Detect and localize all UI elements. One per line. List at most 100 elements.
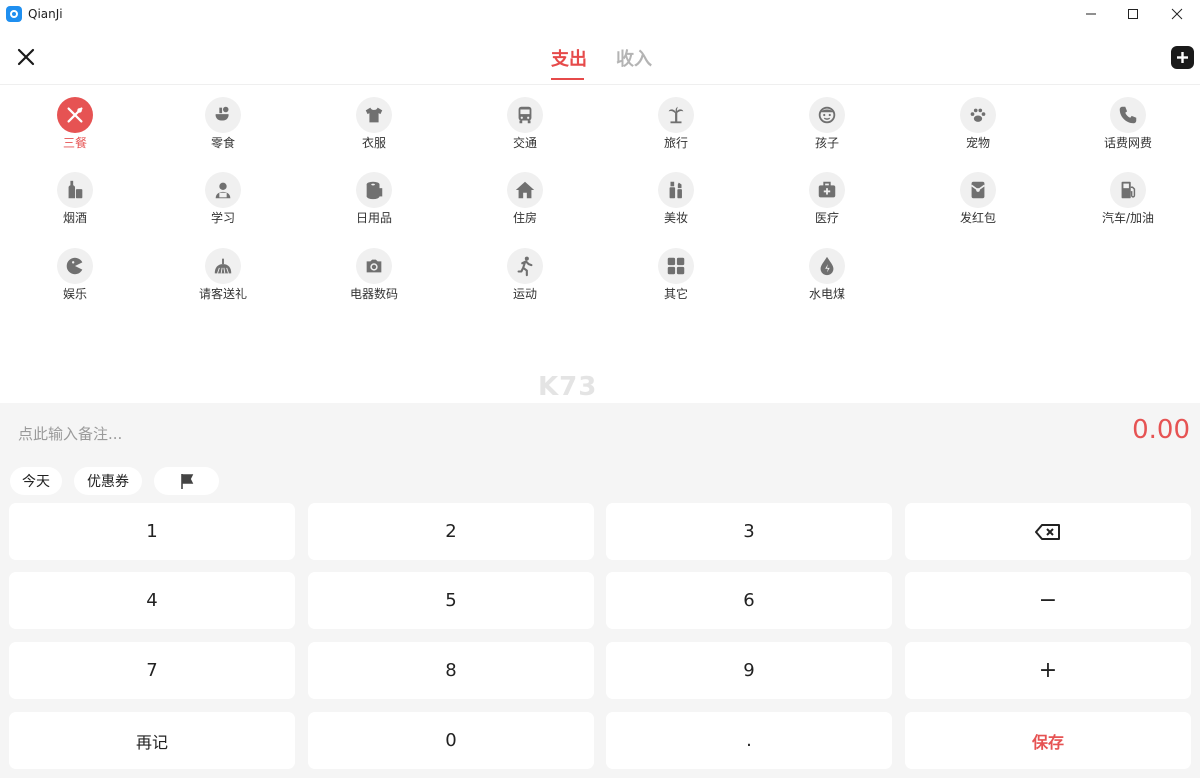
paw-icon	[960, 97, 996, 133]
category-label: 住房	[512, 211, 537, 225]
minimize-icon	[1086, 13, 1096, 15]
category-label: 三餐	[62, 136, 87, 150]
category-label: 娱乐	[62, 287, 87, 301]
close-icon	[1171, 8, 1183, 20]
category-label: 运动	[512, 287, 537, 301]
tab-expense[interactable]: 支出	[551, 45, 587, 71]
palm-tree-icon	[658, 97, 694, 133]
maximize-icon	[1128, 9, 1138, 19]
pacman-icon	[57, 248, 93, 284]
category-label: 其它	[663, 287, 688, 301]
category-utilities[interactable]: 水电煤	[752, 237, 902, 307]
gas-pump-icon	[1110, 172, 1146, 208]
amount-display: 0.00	[1132, 415, 1190, 445]
category-label: 宠物	[965, 136, 990, 150]
tab-income[interactable]: 收入	[616, 45, 652, 71]
category-meals[interactable]: 三餐	[0, 86, 150, 156]
date-chip[interactable]: 今天	[10, 467, 62, 495]
category-transport[interactable]: 交通	[450, 86, 600, 156]
coupon-chip[interactable]: 优惠券	[74, 467, 142, 495]
window-title: QianJi	[28, 7, 63, 21]
snack-icon	[205, 97, 241, 133]
key-4[interactable]: 4	[9, 572, 295, 629]
entry-panel: 点此输入备注... 0.00 今天 优惠券 1 2 3 4 5 6 − 7 8 …	[0, 403, 1200, 778]
category-label: 零食	[210, 136, 235, 150]
category-daily-goods[interactable]: 日用品	[299, 161, 449, 231]
student-icon	[205, 172, 241, 208]
category-entertainment[interactable]: 娱乐	[0, 237, 150, 307]
app-logo-icon	[6, 6, 22, 22]
minimize-button[interactable]	[1068, 0, 1114, 28]
window-titlebar: QianJi	[0, 0, 1200, 28]
category-pets[interactable]: 宠物	[903, 86, 1053, 156]
tissue-roll-icon	[356, 172, 392, 208]
medical-kit-icon	[809, 172, 845, 208]
decimal-key[interactable]: .	[606, 712, 892, 769]
category-label: 衣服	[361, 136, 386, 150]
category-snacks[interactable]: 零食	[148, 86, 298, 156]
category-label: 水电煤	[808, 287, 845, 301]
category-label: 话费网费	[1103, 136, 1152, 150]
category-label: 电器数码	[349, 287, 398, 301]
category-phone-bills[interactable]: 话费网费	[1053, 86, 1200, 156]
key-5[interactable]: 5	[308, 572, 594, 629]
active-tab-indicator	[551, 78, 584, 80]
memo-input[interactable]: 点此输入备注...	[18, 423, 122, 444]
key-8[interactable]: 8	[308, 642, 594, 699]
flag-icon	[180, 474, 193, 489]
backspace-key[interactable]	[905, 503, 1191, 560]
category-clothes[interactable]: 衣服	[299, 86, 449, 156]
key-1[interactable]: 1	[9, 503, 295, 560]
key-0[interactable]: 0	[308, 712, 594, 769]
red-envelope-icon	[960, 172, 996, 208]
close-icon	[17, 48, 35, 66]
category-red-envelope[interactable]: 发红包	[903, 161, 1053, 231]
category-label: 孩子	[814, 136, 839, 150]
category-children[interactable]: 孩子	[752, 86, 902, 156]
maximize-button[interactable]	[1110, 0, 1156, 28]
add-button[interactable]	[1171, 46, 1194, 69]
plus-key[interactable]: +	[905, 642, 1191, 699]
category-housing[interactable]: 住房	[450, 161, 600, 231]
category-label: 旅行	[663, 136, 688, 150]
category-label: 请客送礼	[198, 287, 247, 301]
category-label: 发红包	[959, 211, 996, 225]
category-label: 交通	[512, 136, 537, 150]
key-7[interactable]: 7	[9, 642, 295, 699]
category-car-fuel[interactable]: 汽车/加油	[1053, 161, 1200, 231]
category-other[interactable]: 其它	[601, 237, 751, 307]
bottle-icon	[57, 172, 93, 208]
category-label: 日用品	[355, 211, 392, 225]
key-3[interactable]: 3	[606, 503, 892, 560]
minus-key[interactable]: −	[905, 572, 1191, 629]
key-6[interactable]: 6	[606, 572, 892, 629]
plus-icon	[1177, 52, 1188, 63]
category-tobacco-alcohol[interactable]: 烟酒	[0, 161, 150, 231]
bus-icon	[507, 97, 543, 133]
category-medical[interactable]: 医疗	[752, 161, 902, 231]
runner-icon	[507, 248, 543, 284]
watermark: K73	[538, 372, 598, 402]
category-electronics[interactable]: 电器数码	[299, 237, 449, 307]
house-icon	[507, 172, 543, 208]
window-close-button[interactable]	[1154, 0, 1200, 28]
dismiss-button[interactable]	[14, 45, 38, 69]
category-label: 医疗	[814, 211, 839, 225]
camera-icon	[356, 248, 392, 284]
category-treats-gifts[interactable]: 请客送礼	[148, 237, 298, 307]
child-face-icon	[809, 97, 845, 133]
utensils-icon	[57, 97, 93, 133]
category-label: 学习	[210, 211, 235, 225]
category-sports[interactable]: 运动	[450, 237, 600, 307]
shirt-icon	[356, 97, 392, 133]
category-study[interactable]: 学习	[148, 161, 298, 231]
category-cosmetics[interactable]: 美妆	[601, 161, 751, 231]
grid-icon	[658, 248, 694, 284]
key-2[interactable]: 2	[308, 503, 594, 560]
category-travel[interactable]: 旅行	[601, 86, 751, 156]
category-label: 烟酒	[62, 211, 87, 225]
record-again-key[interactable]: 再记	[9, 712, 295, 769]
key-9[interactable]: 9	[606, 642, 892, 699]
save-button[interactable]: 保存	[905, 712, 1191, 769]
flag-chip[interactable]	[154, 467, 219, 495]
